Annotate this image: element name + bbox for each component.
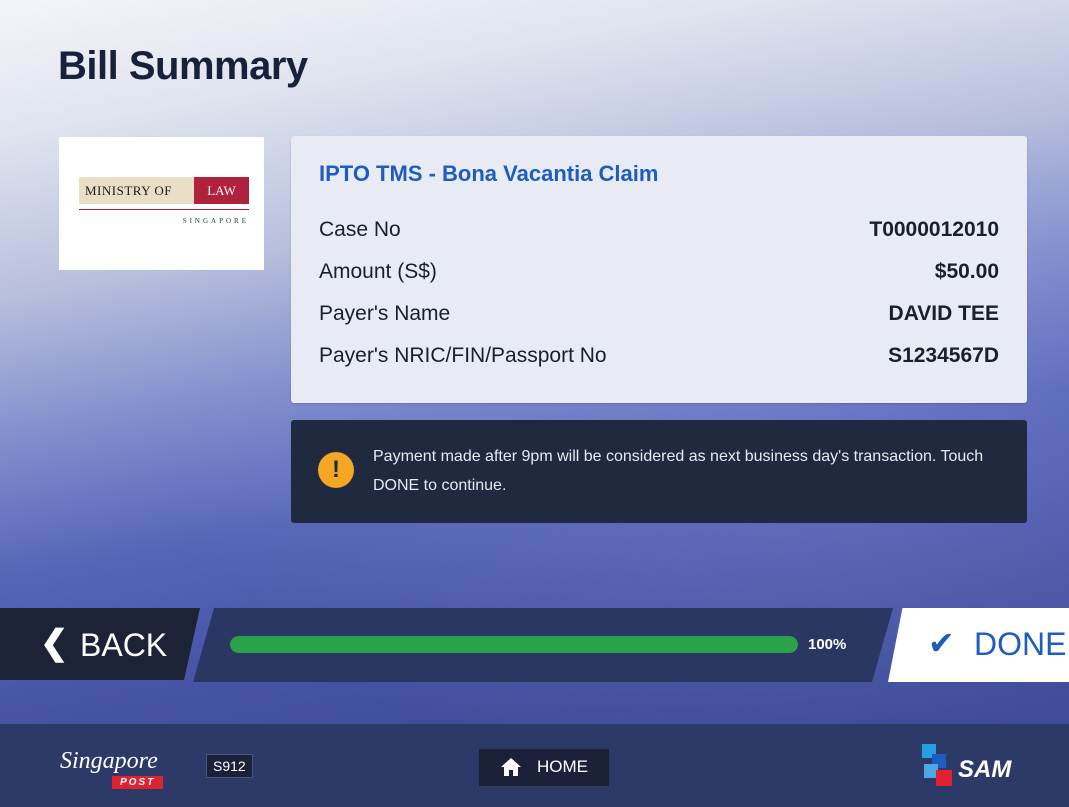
home-button[interactable]: HOME [479, 749, 609, 786]
home-icon [501, 758, 521, 776]
kiosk-id-badge: S912 [206, 754, 253, 778]
logo-subtitle: SINGAPORE [182, 217, 249, 225]
progress-bar [230, 636, 798, 653]
back-label: BACK [80, 627, 168, 663]
payer-name-value: DAVID TEE [888, 302, 999, 325]
logo-text-law: LAW [207, 183, 236, 198]
progress-percent: 100% [808, 636, 847, 653]
done-label: DONE [974, 626, 1067, 662]
bill-title: IPTO TMS - Bona Vacantia Claim [319, 161, 659, 186]
case-no-label: Case No [319, 218, 401, 241]
background [0, 0, 1069, 807]
back-button[interactable]: ❮ BACK [0, 608, 200, 680]
home-label: HOME [537, 757, 588, 776]
warning-icon: ! [318, 452, 354, 488]
chevron-left-icon: ❮ [40, 624, 69, 662]
amount-label: Amount (S$) [319, 260, 437, 283]
payer-id-label: Payer's NRIC/FIN/Passport No [319, 344, 607, 367]
notice-text: Payment made after 9pm will be considere… [373, 448, 984, 494]
done-button[interactable]: ✔ DONE [888, 608, 1069, 682]
singapore-post-sub: POST [112, 776, 164, 789]
bill-details-card: IPTO TMS - Bona Vacantia Claim Case No T… [291, 136, 1027, 403]
payer-id-value: S1234567D [888, 344, 999, 367]
singapore-post-logo: Singapore [60, 748, 158, 774]
checkmark-icon: ✔ [928, 625, 955, 661]
progress-fill [230, 636, 798, 653]
case-no-value: T0000012010 [869, 218, 999, 241]
payer-name-label: Payer's Name [319, 302, 451, 325]
logo-divider [79, 209, 249, 210]
ministry-of-law-logo: MINISTRY OF LAW SINGAPORE [59, 137, 264, 270]
sam-label: SAM [958, 756, 1012, 783]
footer: Singapore POST S912 HOME SAM [0, 724, 1069, 807]
page-title: Bill Summary [58, 44, 308, 88]
amount-value: $50.00 [934, 260, 999, 283]
notice-banner: ! Payment made after 9pm will be conside… [291, 420, 1027, 523]
